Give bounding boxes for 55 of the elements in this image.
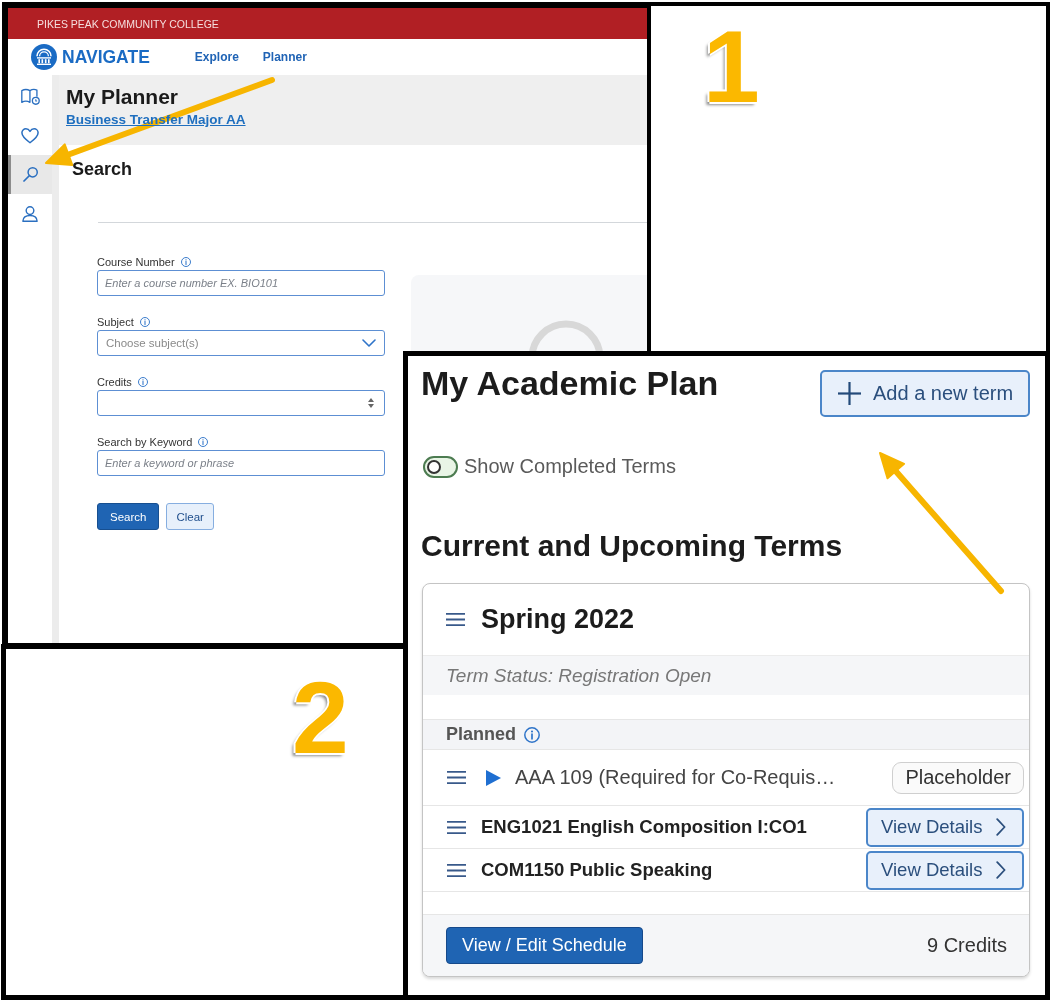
input-field[interactable]: Enter a course number EX. BIO101 <box>97 270 385 296</box>
add-term-button[interactable]: Add a new term <box>820 370 1030 417</box>
logo-icon <box>31 44 57 70</box>
details-button[interactable]: View Details <box>866 807 1024 847</box>
field-label: Search by Keyword <box>97 436 193 448</box>
chevron-down-icon <box>362 339 376 347</box>
reset-button[interactable]: Clear <box>166 503 214 530</box>
course-title: AAA 109 (Required for Co-Requis… <box>515 766 836 789</box>
heart-icon <box>21 127 39 144</box>
details-button[interactable]: View Details <box>866 850 1024 890</box>
course-title: ENG1021 English Composition I:CO1 <box>481 816 807 838</box>
section-title: Search <box>72 158 133 180</box>
stepper-icon <box>368 398 374 408</box>
caret-right-icon <box>486 769 501 786</box>
sidebar-tab[interactable] <box>8 155 52 194</box>
logo-text: NAVIGATE <box>62 46 150 68</box>
field-label: Course Number <box>97 256 175 268</box>
hamburger-icon <box>447 771 466 784</box>
section-heading: Current and Upcoming Terms <box>421 528 843 564</box>
field-label: Credits <box>97 376 132 388</box>
chevron-right-icon <box>996 818 1007 836</box>
info-icon <box>137 377 148 387</box>
page-title: My Academic Plan <box>421 363 719 404</box>
page-title: My Planner <box>66 84 179 110</box>
submit-button[interactable]: Search <box>97 503 160 530</box>
select-field[interactable]: Choose subject(s) <box>97 330 385 356</box>
course-title: COM1150 Public Speaking <box>481 859 713 881</box>
step-number: 2 <box>292 667 349 769</box>
info-icon <box>198 437 209 447</box>
toggle-label: Show Completed Terms <box>464 455 676 478</box>
plus-icon <box>838 382 861 405</box>
hamburger-icon <box>447 863 466 877</box>
person-icon <box>22 205 38 222</box>
schedule-button[interactable]: View / Edit Schedule <box>446 927 643 964</box>
search-icon <box>22 167 38 182</box>
input-field[interactable]: Enter a keyword or phrase <box>97 450 385 476</box>
credits-total: 9 Credits <box>926 934 1007 957</box>
step-number: 1 <box>703 16 760 118</box>
nav-link[interactable]: Explore <box>194 50 239 64</box>
placeholder-badge: Placeholder <box>892 761 1024 794</box>
info-icon <box>139 317 150 327</box>
hamburger-icon <box>447 820 466 834</box>
book-icon <box>20 88 40 105</box>
hamburger-icon <box>446 613 465 626</box>
toggle-switch[interactable] <box>423 455 458 478</box>
group-label: Planned <box>446 724 516 745</box>
college-name: PIKES PEAK COMMUNITY COLLEGE <box>37 17 219 30</box>
info-icon <box>180 257 191 267</box>
info-icon <box>524 726 540 743</box>
chevron-right-icon <box>996 861 1007 879</box>
number-field[interactable] <box>97 390 385 416</box>
term-title: Spring 2022 <box>481 604 635 635</box>
nav-link[interactable]: Planner <box>262 50 307 64</box>
field-label: Subject <box>97 316 134 328</box>
term-status: Term Status: Registration Open <box>446 664 712 687</box>
